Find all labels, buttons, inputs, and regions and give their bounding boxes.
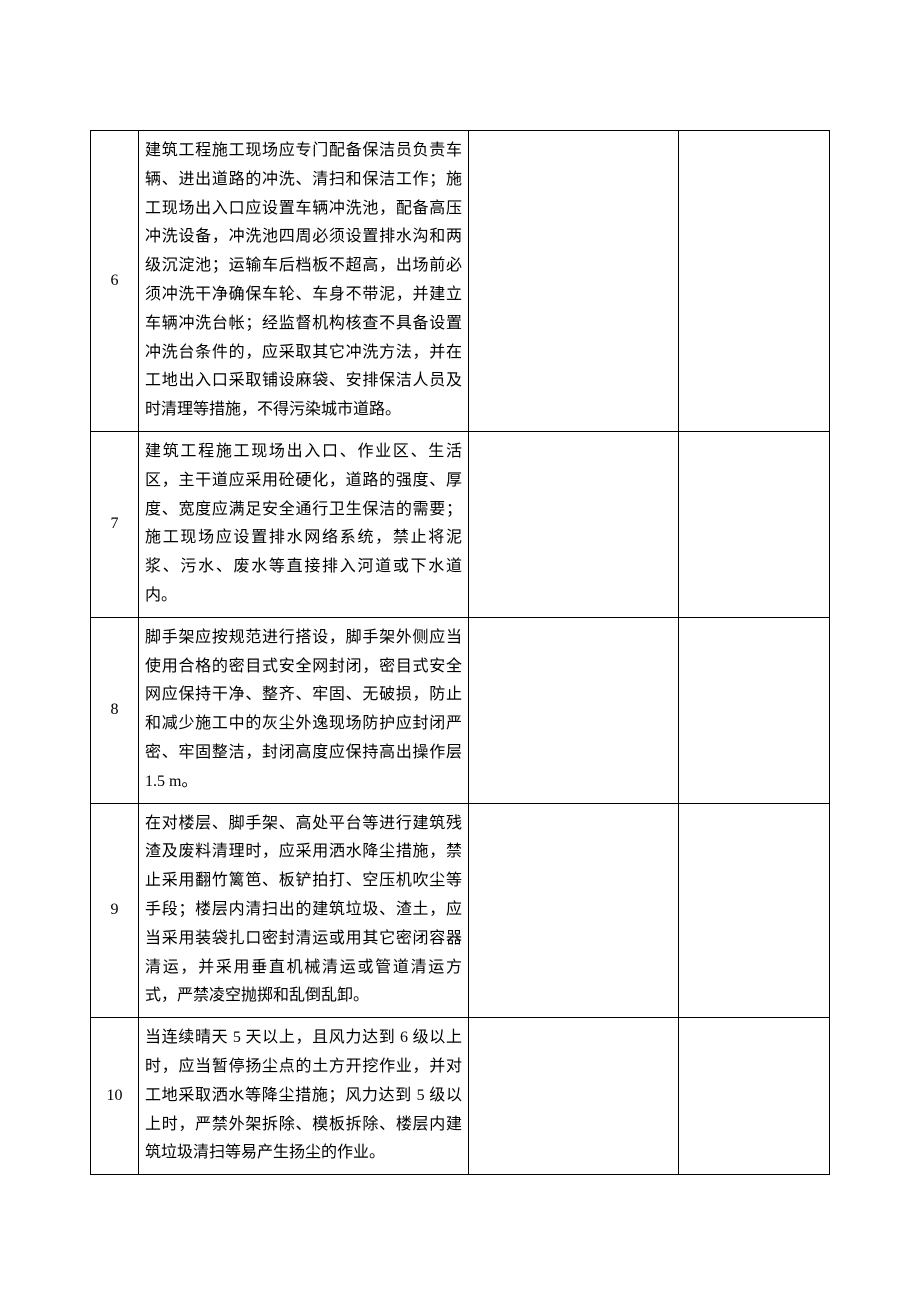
row-col4 [679,803,830,1018]
row-col3 [469,617,679,803]
row-col3 [469,803,679,1018]
row-index: 7 [91,431,139,617]
table-row: 7建筑工程施工现场出入口、作业区、生活区，主干道应采用砼硬化，道路的强度、厚度、… [91,431,830,617]
row-col4 [679,1018,830,1175]
row-index: 10 [91,1018,139,1175]
row-description: 脚手架应按规范进行搭设，脚手架外侧应当使用合格的密目式安全网封闭，密目式安全网应… [139,617,469,803]
document-page: 6建筑工程施工现场应专门配备保洁员负责车辆、进出道路的冲洗、清扫和保洁工作；施工… [0,0,920,1235]
desc-part: 当连续晴天 [145,1029,233,1046]
row-col3 [469,131,679,432]
row-index: 8 [91,617,139,803]
row-description: 建筑工程施工现场出入口、作业区、生活区，主干道应采用砼硬化，道路的强度、厚度、宽… [139,431,469,617]
row-index: 6 [91,131,139,432]
row-col4 [679,617,830,803]
desc-part: 1.5 m [145,773,181,790]
desc-part: 5 [233,1029,241,1046]
table-row: 8脚手架应按规范进行搭设，脚手架外侧应当使用合格的密目式安全网封闭，密目式安全网… [91,617,830,803]
row-description: 在对楼层、脚手架、高处平台等进行建筑残渣及废料清理时，应采用洒水降尘措施，禁止采… [139,803,469,1018]
desc-part: 5 [417,1087,425,1104]
row-index: 9 [91,803,139,1018]
row-col4 [679,431,830,617]
row-description: 建筑工程施工现场应专门配备保洁员负责车辆、进出道路的冲洗、清扫和保洁工作；施工现… [139,131,469,432]
desc-part: 6 [400,1029,408,1046]
row-col4 [679,131,830,432]
row-col3 [469,431,679,617]
desc-part: 脚手架应按规范进行搭设，脚手架外侧应当使用合格的密目式安全网封闭，密目式安全网应… [145,629,462,761]
desc-part: 。 [181,773,197,790]
row-description: 当连续晴天 5 天以上，且风力达到 6 级以上时，应当暂停扬尘点的土方开挖作业，… [139,1018,469,1175]
table-row: 6建筑工程施工现场应专门配备保洁员负责车辆、进出道路的冲洗、清扫和保洁工作；施工… [91,131,830,432]
desc-part: 天以上，且风力达到 [241,1029,400,1046]
row-col3 [469,1018,679,1175]
regulation-table: 6建筑工程施工现场应专门配备保洁员负责车辆、进出道路的冲洗、清扫和保洁工作；施工… [90,130,830,1175]
table-row: 10当连续晴天 5 天以上，且风力达到 6 级以上时，应当暂停扬尘点的土方开挖作… [91,1018,830,1175]
table-row: 9在对楼层、脚手架、高处平台等进行建筑残渣及废料清理时，应采用洒水降尘措施，禁止… [91,803,830,1018]
